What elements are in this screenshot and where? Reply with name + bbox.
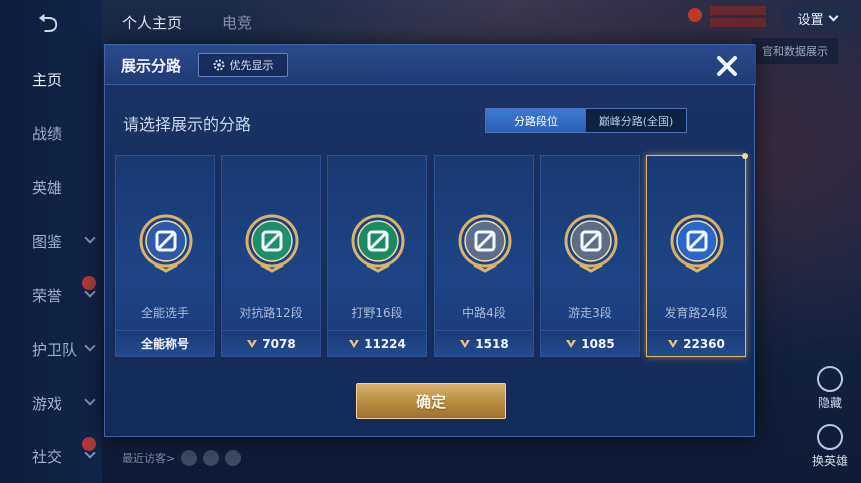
status-icons xyxy=(688,4,768,32)
recent-visitors[interactable]: 最近访客> xyxy=(122,450,242,466)
sidebar-item-label: 英雄 xyxy=(32,178,63,197)
top-tabs: 个人主页 电竞 xyxy=(122,12,252,33)
modal-header: 展示分路 优先显示 xyxy=(105,45,756,85)
tab-peak-lane[interactable]: 巅峰分路(全国) xyxy=(586,109,686,132)
priority-display-button[interactable]: 优先显示 xyxy=(198,53,288,77)
avatar[interactable] xyxy=(181,450,198,466)
lane-card-score: 1085 xyxy=(541,330,639,356)
sidebar-item[interactable]: 英雄 xyxy=(0,172,102,202)
sidebar-item[interactable]: 主页 xyxy=(0,64,102,94)
lane-cards: 全能选手 全能称号 对抗路12段 7078 打野16段 11224 中路4段 1518 游走3段… xyxy=(115,153,748,357)
sidebar-item[interactable]: 图鉴 xyxy=(0,226,102,256)
lane-card-name: 中路4段 xyxy=(462,306,506,320)
confirm-button[interactable]: 确定 xyxy=(356,383,506,419)
close-icon[interactable] xyxy=(712,51,742,81)
avatar[interactable] xyxy=(203,450,220,466)
lane-display-modal: 展示分路 优先显示 请选择展示的分路 分路段位 巅峰分路(全国) 全能选手全能称… xyxy=(104,44,756,437)
change-hero-action[interactable]: 换英雄 xyxy=(800,424,860,469)
notification-icon xyxy=(688,8,702,22)
lane-card-score: 22360 xyxy=(647,330,745,356)
sidebar-item[interactable]: 游戏 xyxy=(0,388,102,418)
lane-card-name: 打野16段 xyxy=(351,306,403,320)
selected-indicator xyxy=(742,153,748,159)
modal-subtitle: 请选择展示的分路 xyxy=(123,115,252,134)
rank-arrow-icon xyxy=(668,340,679,348)
lane-card-score: 1518 xyxy=(435,330,533,356)
hide-icon xyxy=(817,366,843,392)
mid-lane-badge-icon xyxy=(458,214,512,273)
clash-lane-badge-icon xyxy=(245,214,299,273)
sidebar-item-label: 图鉴 xyxy=(32,232,63,251)
rank-arrow-icon xyxy=(566,340,577,348)
sidebar-item[interactable]: 社交 xyxy=(0,437,102,471)
jungle-badge-icon xyxy=(351,214,405,273)
lane-card-score: 11224 xyxy=(328,330,426,356)
lane-card[interactable]: 中路4段 1518 xyxy=(434,155,534,357)
mode-toggle: 分路段位 巅峰分路(全国) xyxy=(485,108,687,133)
data-display-button[interactable]: 官和数据展示 xyxy=(752,38,838,64)
settings-button[interactable]: 设置 xyxy=(781,6,853,30)
rank-arrow-icon xyxy=(247,340,258,348)
sidebar-item[interactable]: 战绩 xyxy=(0,118,102,148)
lane-card[interactable]: 打野16段 11224 xyxy=(327,155,427,357)
sidebar-item-label: 游戏 xyxy=(32,394,63,413)
sidebar-item-label: 荣誉 xyxy=(32,286,63,305)
sidebar-item[interactable]: 荣誉 xyxy=(0,276,102,310)
tab-lane-rank[interactable]: 分路段位 xyxy=(486,109,586,132)
tab-profile[interactable]: 个人主页 xyxy=(122,12,182,33)
tab-esports[interactable]: 电竞 xyxy=(222,12,252,33)
sidebar-item-label: 战绩 xyxy=(32,124,63,143)
lane-card-score: 7078 xyxy=(222,330,320,356)
lane-card-score-value: 11224 xyxy=(364,336,406,351)
modal-title: 展示分路 xyxy=(121,57,182,75)
lane-card-name: 发育路24段 xyxy=(664,306,728,320)
sidebar-item[interactable]: 护卫队 xyxy=(0,334,102,364)
new-badge xyxy=(82,437,96,451)
lane-card-score-value: 1518 xyxy=(475,336,509,351)
sidebar-item-label: 主页 xyxy=(32,70,63,89)
lane-card[interactable]: 发育路24段 22360 xyxy=(646,153,748,357)
rank-arrow-icon xyxy=(460,340,471,348)
rank-arrow-icon xyxy=(349,340,360,348)
back-arrow-icon[interactable]: ⮌ xyxy=(22,11,74,37)
sidebar-item-label: 护卫队 xyxy=(32,340,78,359)
lane-card-score-value: 1085 xyxy=(581,336,615,351)
priority-label: 优先显示 xyxy=(229,59,274,72)
lane-card[interactable]: 全能选手 全能称号 xyxy=(115,155,215,357)
hide-action[interactable]: 隐藏 xyxy=(800,366,860,411)
lane-card-score-value: 全能称号 xyxy=(140,337,189,351)
roam-badge-icon xyxy=(564,214,618,273)
chevron-down-icon xyxy=(84,232,96,244)
new-badge xyxy=(82,276,96,290)
lane-card[interactable]: 游走3段 1085 xyxy=(540,155,640,357)
lane-card-name: 全能选手 xyxy=(140,306,189,320)
chevron-down-icon xyxy=(84,340,96,352)
settings-label: 设置 xyxy=(797,12,824,28)
change-hero-icon xyxy=(817,424,843,450)
lane-card[interactable]: 对抗路12段 7078 xyxy=(221,155,321,357)
allround-badge-icon xyxy=(139,214,193,273)
sidebar-item-label: 社交 xyxy=(32,447,63,466)
lane-card-score: 全能称号 xyxy=(116,330,214,356)
lane-card-name: 游走3段 xyxy=(568,306,612,320)
farm-lane-badge-icon xyxy=(670,214,724,273)
lane-card-score-value: 22360 xyxy=(683,336,725,351)
gear-icon xyxy=(213,59,224,71)
avatar[interactable] xyxy=(225,450,242,466)
lane-card-score-value: 7078 xyxy=(262,336,296,351)
chevron-down-icon xyxy=(828,11,838,21)
chevron-down-icon xyxy=(84,394,96,406)
lane-card-name: 对抗路12段 xyxy=(239,306,303,320)
